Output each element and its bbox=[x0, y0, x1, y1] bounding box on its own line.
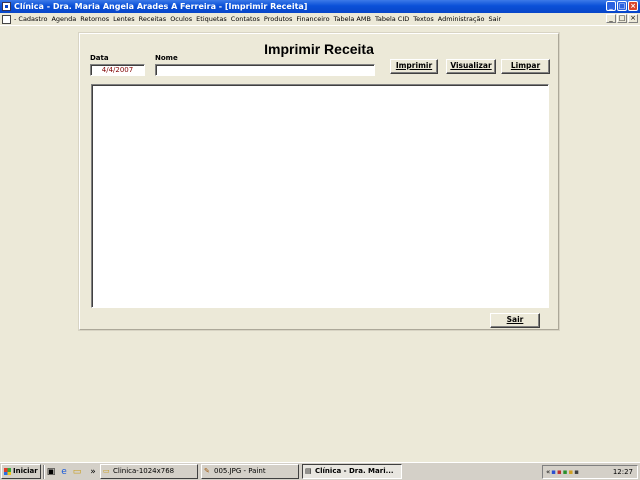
form-title: Imprimir Receita bbox=[264, 41, 374, 57]
menu-sair[interactable]: Sair bbox=[486, 13, 503, 25]
menu-tabela-amb[interactable]: Tabela AMB bbox=[332, 13, 373, 25]
sair-button[interactable]: Sair bbox=[490, 313, 540, 328]
tray-icons[interactable]: «▪▪▪▪▪ bbox=[546, 466, 580, 478]
folder-icon[interactable]: ▭ bbox=[72, 467, 82, 477]
client-area: Imprimir Receita Data Nome 4/4/2007 Impr… bbox=[0, 26, 640, 462]
child-window-controls: _ □ × bbox=[606, 14, 638, 23]
taskbar-separator bbox=[43, 465, 45, 479]
menu-retornos[interactable]: Retornos bbox=[78, 13, 111, 25]
menu-list: - Cadastro Agenda Retornos Lentes Receit… bbox=[12, 13, 503, 25]
menu-contatos[interactable]: Contatos bbox=[229, 13, 262, 25]
menu-lentes[interactable]: Lentes bbox=[111, 13, 137, 25]
imprimir-button[interactable]: Imprimir bbox=[390, 59, 438, 74]
child-close-button[interactable]: × bbox=[628, 14, 638, 23]
task-button-clinica-folder[interactable]: ▭ Clinica-1024x768 bbox=[100, 464, 198, 479]
task-label: Clinica-1024x768 bbox=[113, 467, 175, 475]
chevron-right-icon[interactable]: » bbox=[88, 467, 98, 477]
window-title: Clínica - Dra. Maria Angela Arades A Fer… bbox=[14, 2, 308, 11]
task-button-paint[interactable]: ✎ 005.JPG - Paint bbox=[201, 464, 299, 479]
show-desktop-icon[interactable]: ▣ bbox=[46, 467, 56, 477]
menu-agenda[interactable]: Agenda bbox=[49, 13, 78, 25]
limpar-button[interactable]: Limpar bbox=[501, 59, 550, 74]
start-button[interactable]: Iniciar bbox=[1, 464, 41, 479]
system-tray: «▪▪▪▪▪ 12:27 bbox=[542, 465, 638, 479]
maximize-button[interactable]: □ bbox=[617, 1, 627, 11]
menu-produtos[interactable]: Produtos bbox=[262, 13, 294, 25]
task-button-clinica-app[interactable]: ▤ Clínica - Dra. Mari... bbox=[302, 464, 402, 479]
visualizar-button[interactable]: Visualizar bbox=[446, 59, 496, 74]
window-controls: _ □ × bbox=[606, 1, 638, 11]
paint-icon: ✎ bbox=[204, 467, 210, 475]
app-icon[interactable] bbox=[2, 2, 11, 11]
child-minimize-button[interactable]: _ bbox=[606, 14, 616, 23]
menu-textos[interactable]: Textos bbox=[411, 13, 436, 25]
data-label: Data bbox=[90, 54, 109, 62]
document-icon[interactable] bbox=[2, 15, 11, 24]
data-field[interactable]: 4/4/2007 bbox=[90, 64, 145, 76]
menu-bar: - Cadastro Agenda Retornos Lentes Receit… bbox=[0, 13, 640, 26]
menu-administracao[interactable]: Administração bbox=[436, 13, 487, 25]
windows-logo-icon bbox=[4, 468, 11, 475]
folder-icon: ▭ bbox=[103, 467, 110, 475]
start-label: Iniciar bbox=[13, 467, 38, 475]
menu-cadastro[interactable]: - Cadastro bbox=[12, 13, 49, 25]
close-button[interactable]: × bbox=[628, 1, 638, 11]
prescription-text-area[interactable] bbox=[91, 84, 549, 308]
task-label: Clínica - Dra. Mari... bbox=[315, 467, 394, 475]
internet-explorer-icon[interactable]: e bbox=[59, 467, 69, 477]
child-restore-button[interactable]: □ bbox=[617, 14, 627, 23]
minimize-button[interactable]: _ bbox=[606, 1, 616, 11]
menu-etiquetas[interactable]: Etiquetas bbox=[194, 13, 229, 25]
menu-tabela-cid[interactable]: Tabela CID bbox=[373, 13, 411, 25]
title-bar[interactable]: Clínica - Dra. Maria Angela Arades A Fer… bbox=[0, 0, 640, 13]
menu-receitas[interactable]: Receitas bbox=[137, 13, 169, 25]
print-prescription-form: Imprimir Receita Data Nome 4/4/2007 Impr… bbox=[78, 32, 560, 331]
nome-field[interactable] bbox=[155, 64, 375, 76]
menu-financeiro[interactable]: Financeiro bbox=[294, 13, 331, 25]
nome-label: Nome bbox=[155, 54, 178, 62]
menu-oculos[interactable]: Oculos bbox=[168, 13, 194, 25]
clock: 12:27 bbox=[612, 468, 633, 476]
app-window-icon: ▤ bbox=[305, 467, 312, 475]
task-label: 005.JPG - Paint bbox=[214, 467, 266, 475]
taskbar: Iniciar ▣ e ▭ » ▭ Clinica-1024x768 ✎ 005… bbox=[0, 462, 640, 480]
